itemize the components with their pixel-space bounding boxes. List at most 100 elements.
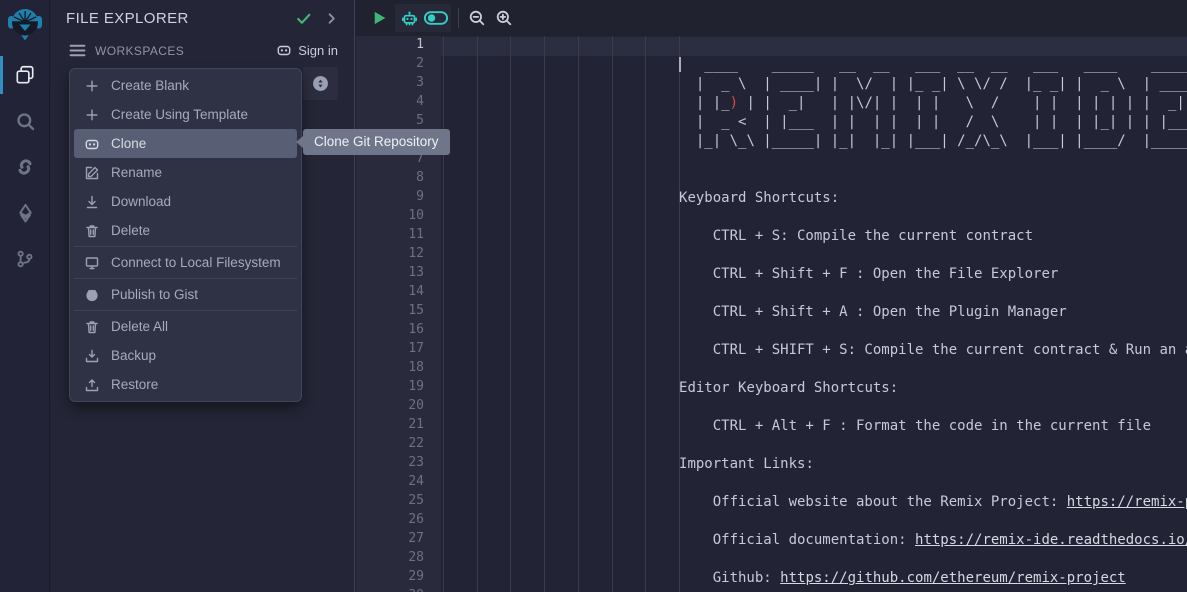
menu-item-label: Backup [111, 348, 156, 363]
solidity-icon [15, 156, 35, 178]
code-line [443, 170, 1187, 189]
file-explorer-panel: FILE EXPLORER WORKSPACES Sign in [51, 0, 355, 592]
workspaces-label: WORKSPACES [95, 44, 184, 58]
sidebar-item-file-explorer[interactable] [0, 52, 50, 98]
line-number: 29 [356, 569, 441, 588]
menu-item-create-using-template[interactable]: Create Using Template [70, 100, 301, 129]
menu-item-create-blank[interactable]: Create Blank [70, 71, 301, 100]
code-line [443, 588, 1187, 592]
menu-item-connect-local-filesystem[interactable]: Connect to Local Filesystem [70, 248, 301, 277]
menu-item-restore[interactable]: Restore [70, 370, 301, 399]
code-line: | |_) | | _| | |\/| | | | \ / | | | | | … [443, 94, 1187, 113]
run-script-button[interactable] [371, 9, 388, 27]
menu-item-label: Delete All [111, 319, 168, 334]
editor-area: 1234567891011121314151617181920212223242… [356, 0, 1187, 592]
code-text: Github: [443, 570, 780, 586]
code-line [443, 360, 1187, 379]
remix-ide-window: FILE EXPLORER WORKSPACES Sign in [0, 0, 1187, 592]
code-text: ) [730, 95, 738, 111]
trash-icon [84, 223, 100, 239]
code-text: CTRL + Shift + F : Open the File Explore… [443, 266, 1058, 282]
line-number: 10 [356, 208, 441, 227]
code-text: Keyboard Shortcuts: [443, 190, 839, 206]
code-text: | |_ [443, 95, 730, 111]
menu-item-backup[interactable]: Backup [70, 341, 301, 370]
check-icon[interactable] [295, 10, 312, 27]
line-number: 18 [356, 360, 441, 379]
plus-icon [84, 107, 100, 123]
code-line: Editor Keyboard Shortcuts: [443, 379, 1187, 398]
line-number-gutter: 1234567891011121314151617181920212223242… [356, 36, 441, 592]
menu-item-download[interactable]: Download [70, 187, 301, 216]
code-line [443, 208, 1187, 227]
editor-link[interactable]: https://remix-project.org/ [1067, 494, 1187, 510]
line-number: 13 [356, 265, 441, 284]
sidebar-item-solidity-compiler[interactable] [0, 144, 50, 190]
editor-link[interactable]: https://remix-ide.readthedocs.io/en/late… [915, 532, 1187, 548]
line-number: 22 [356, 436, 441, 455]
panel-title: FILE EXPLORER [66, 10, 189, 27]
code-text: Official documentation: [443, 532, 915, 548]
code-text: CTRL + S: Compile the current contract [443, 228, 1033, 244]
code-line: CTRL + Shift + F : Open the File Explore… [443, 265, 1187, 284]
zoom-out-icon[interactable] [468, 9, 486, 27]
line-number: 4 [356, 94, 441, 113]
chevron-right-icon[interactable] [324, 10, 339, 27]
remix-logo-icon[interactable] [7, 6, 43, 42]
code-text: | _ < | |___ | | | | | | / \ | | | |_| |… [443, 114, 1187, 130]
active-indicator [0, 56, 3, 94]
icon-panel [0, 0, 50, 592]
backup-icon [84, 348, 100, 364]
code-line: Important Links: [443, 455, 1187, 474]
copilot-toggle[interactable] [423, 9, 449, 27]
editor-content[interactable]: ____ _____ __ __ ___ __ __ ___ ____ ____… [441, 36, 1187, 592]
git-branch-icon [15, 248, 35, 270]
hamburger-menu-icon[interactable] [68, 41, 87, 60]
code-text: | | _| | |\/| | | | \ / | | | | | | | _| [738, 95, 1187, 111]
toolbar-divider [458, 8, 459, 28]
sort-circle-icon [312, 75, 329, 92]
line-number: 23 [356, 455, 441, 474]
menu-item-label: Publish to Gist [111, 287, 198, 302]
sign-in-label: Sign in [298, 43, 338, 58]
line-number: 2 [356, 56, 441, 75]
menu-item-delete[interactable]: Delete [70, 216, 301, 245]
deploy-icon [15, 202, 36, 224]
code-line: ____ _____ __ __ ___ __ __ ___ ____ ____… [443, 56, 1187, 75]
code-line: Official documentation: https://remix-id… [443, 531, 1187, 550]
menu-item-rename[interactable]: Rename [70, 158, 301, 187]
files-icon [14, 64, 36, 86]
line-number: 19 [356, 379, 441, 398]
line-number: 16 [356, 322, 441, 341]
line-number: 11 [356, 227, 441, 246]
sidebar-item-deploy-run[interactable] [0, 190, 50, 236]
sidebar-item-git[interactable] [0, 236, 50, 282]
code-line: |_| \_\ |_____| |_| |_| |___| /_/\_\ |__… [443, 132, 1187, 151]
menu-divider [74, 278, 297, 279]
sign-in-button[interactable]: Sign in [276, 42, 338, 58]
editor-link[interactable]: https://github.com/ethereum/remix-projec… [780, 570, 1126, 586]
menu-divider [74, 246, 297, 247]
code-text: Official website about the Remix Project… [443, 494, 1067, 510]
code-line: | _ \ | ____| | \/ | |_ _| \ \/ / |_ _| … [443, 75, 1187, 94]
workspace-dropdown-toggle-button[interactable] [303, 67, 338, 100]
edit-icon [84, 165, 100, 181]
trash-icon [84, 319, 100, 335]
menu-item-clone[interactable]: Clone [74, 129, 297, 158]
sidebar-item-search[interactable] [0, 98, 50, 144]
line-number: 26 [356, 512, 441, 531]
menu-item-publish-to-gist[interactable]: Publish to Gist [70, 280, 301, 309]
menu-item-delete-all[interactable]: Delete All [70, 312, 301, 341]
line-number: 8 [356, 170, 441, 189]
line-number: 17 [356, 341, 441, 360]
tooltip-arrow [296, 136, 303, 148]
tooltip-text: Clone Git Repository [314, 134, 439, 149]
zoom-in-icon[interactable] [495, 9, 513, 27]
line-number: 15 [356, 303, 441, 322]
line-number: 12 [356, 246, 441, 265]
github-face-icon [84, 136, 100, 152]
ai-robot-icon[interactable] [400, 9, 419, 28]
ai-copilot-group [395, 4, 451, 32]
plus-icon [84, 78, 100, 94]
icon-panel-items [0, 52, 50, 282]
